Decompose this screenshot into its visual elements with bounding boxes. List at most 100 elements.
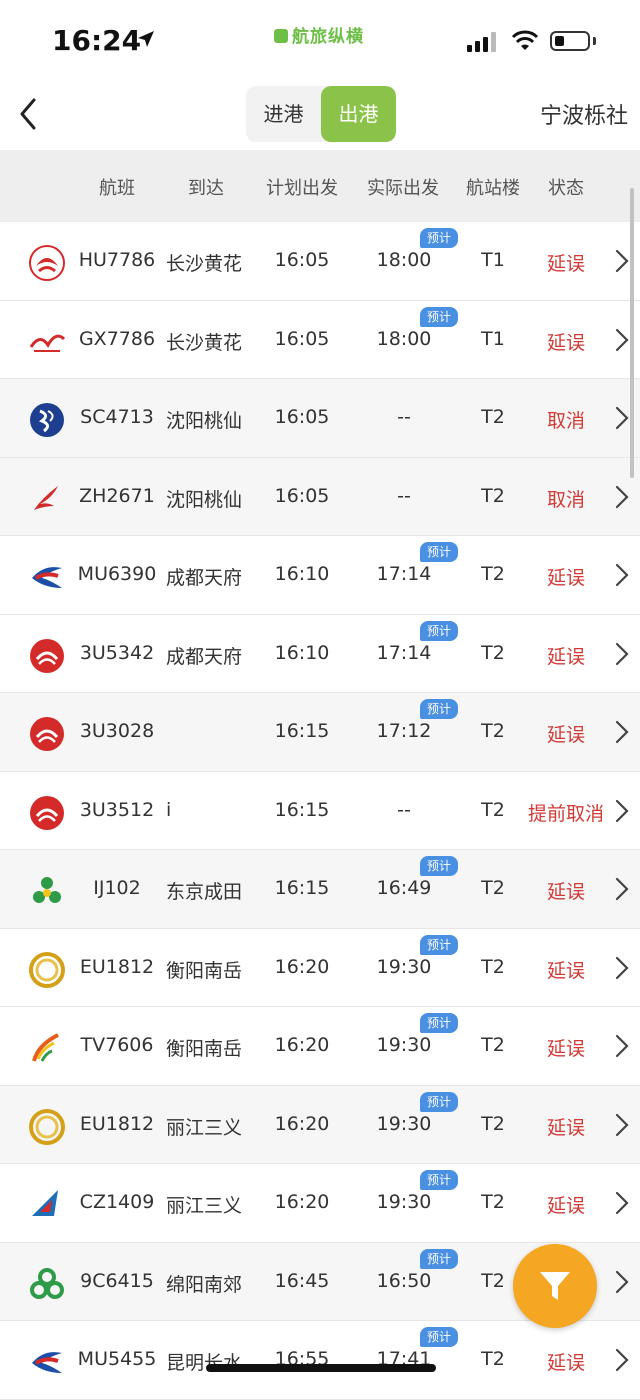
terminal: T1 — [481, 249, 505, 271]
flight-status: 取消 — [546, 488, 585, 511]
flight-number: MU6390 — [77, 563, 157, 585]
flight-row[interactable]: GX7786 长沙黄花 16:05 预计 18:00 T1 延误 — [0, 301, 640, 379]
actual-departure: -- — [397, 406, 411, 428]
chevron-right-icon — [615, 877, 629, 901]
flight-row[interactable]: HU7786 长沙黄花 16:05 预计 18:00 T1 延误 — [0, 222, 640, 301]
brand-logo: 航旅纵横 — [274, 22, 364, 47]
terminal: T2 — [481, 720, 505, 742]
tab-departures[interactable]: 出港 — [321, 86, 396, 142]
west-air-logo-icon — [32, 1033, 59, 1062]
destination: 东京成田 — [166, 881, 243, 903]
planned-departure: 16:05 — [274, 249, 330, 271]
planned-departure: 16:20 — [274, 1112, 330, 1135]
status-time: 16:24 — [52, 24, 142, 57]
brand-text: 航旅纵横 — [292, 27, 364, 47]
battery-icon — [550, 31, 590, 51]
lucky-air-logo-icon — [29, 1108, 65, 1145]
table-header: 航班 到达 计划出发 实际出发 航站楼 状态 — [0, 150, 640, 222]
actual-departure: 16:49 — [376, 877, 432, 899]
hainan-airlines-logo-icon — [29, 245, 65, 281]
chevron-right-icon — [615, 406, 629, 430]
chevron-right-icon — [615, 642, 629, 665]
flight-number: IJ102 — [93, 877, 141, 899]
chevron-right-icon — [615, 328, 629, 351]
actual-departure: 18:00 — [376, 327, 432, 350]
destination: 衡阳南岳 — [166, 1038, 243, 1060]
actual-departure: 19:30 — [376, 955, 432, 978]
flight-status: 延误 — [546, 331, 585, 354]
flight-row[interactable]: EU1812 衡阳南岳 16:20 预计 19:30 T2 延误 — [0, 929, 640, 1007]
arrival-departure-toggle: 进港 出港 — [246, 86, 396, 142]
flight-row[interactable]: 3U3512 i 16:15 -- T2 提前取消 — [0, 772, 640, 850]
actual-departure: 19:30 — [376, 1034, 432, 1056]
filter-button[interactable] — [513, 1244, 597, 1328]
back-button[interactable] — [14, 94, 44, 134]
chevron-right-icon — [615, 1348, 629, 1372]
col-status: 状态 — [548, 178, 584, 199]
flight-status: 提前取消 — [527, 802, 604, 825]
planned-departure: 16:10 — [274, 563, 330, 585]
flight-number: CZ1409 — [79, 1191, 155, 1213]
estimated-badge: 预计 — [420, 1091, 458, 1112]
destination: 衡阳南岳 — [166, 959, 243, 982]
estimated-badge: 预计 — [420, 856, 458, 876]
terminal: T2 — [481, 1112, 505, 1135]
terminal: T2 — [481, 484, 505, 507]
flight-row[interactable]: 3U5342 成都天府 16:10 预计 17:14 T2 延误 — [0, 615, 640, 693]
planned-departure: 16:20 — [274, 1191, 330, 1213]
col-terminal: 航站楼 — [466, 178, 520, 199]
chevron-right-icon — [615, 1270, 629, 1293]
flight-status: 延误 — [546, 1038, 585, 1060]
tab-arrivals[interactable]: 进港 — [246, 86, 321, 142]
china-southern-logo-icon — [32, 1190, 58, 1216]
scrollbar[interactable] — [630, 188, 634, 478]
flight-number: MU5455 — [77, 1348, 157, 1370]
col-actual: 实际出发 — [367, 178, 439, 199]
flight-status: 延误 — [546, 1116, 585, 1139]
terminal: T2 — [481, 1269, 505, 1292]
flight-number: 9C6415 — [80, 1269, 154, 1292]
chevron-right-icon — [615, 1034, 629, 1058]
wifi-icon — [511, 30, 539, 50]
estimated-badge: 预计 — [420, 699, 458, 719]
planned-departure: 16:15 — [274, 720, 330, 742]
terminal: T1 — [481, 327, 505, 350]
terminal: T2 — [481, 955, 505, 978]
flight-row[interactable]: ZH2671 沈阳桃仙 16:05 -- T2 取消 — [0, 457, 640, 536]
airport-name[interactable]: 宁波栎社 — [540, 98, 628, 130]
flight-status: 延误 — [546, 645, 585, 668]
estimated-badge: 预计 — [420, 228, 458, 248]
flight-status: 延误 — [546, 881, 585, 903]
flight-row[interactable]: EU1812 丽江三义 16:20 预计 19:30 T2 延误 — [0, 1085, 640, 1164]
chevron-right-icon — [615, 563, 629, 587]
flight-row[interactable]: TV7606 衡阳南岳 16:20 预计 19:30 T2 延误 — [0, 1007, 640, 1086]
flight-row[interactable]: IJ102 东京成田 16:15 预计 16:49 T2 延误 — [0, 850, 640, 929]
destination: 长沙黄花 — [166, 253, 243, 275]
flight-status: 取消 — [546, 410, 585, 432]
terminal: T2 — [481, 563, 505, 585]
flight-number: 3U3028 — [79, 720, 155, 742]
terminal: T2 — [481, 1191, 505, 1213]
flight-status: 延误 — [546, 1195, 585, 1217]
flight-row[interactable]: 3U3028 16:15 预计 17:12 T2 延误 — [0, 693, 640, 772]
actual-departure: 19:30 — [376, 1191, 432, 1213]
actual-departure: 17:14 — [376, 641, 432, 664]
planned-departure: 16:05 — [274, 406, 330, 428]
actual-departure: 16:50 — [376, 1269, 432, 1292]
destination: 沈阳桃仙 — [166, 488, 243, 511]
chevron-right-icon — [615, 956, 629, 979]
flight-row[interactable]: MU6390 成都天府 16:10 预计 17:14 T2 延误 — [0, 536, 640, 615]
planned-departure: 16:45 — [274, 1269, 330, 1292]
chevron-right-icon — [615, 1191, 629, 1215]
terminal: T2 — [481, 641, 505, 664]
planned-departure: 16:05 — [274, 327, 330, 350]
flight-number: 3U5342 — [79, 641, 155, 664]
flight-status: 延误 — [546, 1352, 585, 1374]
flight-row[interactable]: MU5455 昆明长水 16:55 预计 17:41 T2 延误 — [0, 1321, 640, 1400]
spring-airlines-logo-icon — [30, 1267, 64, 1299]
flight-status: 延误 — [546, 567, 585, 589]
home-indicator[interactable] — [206, 1364, 436, 1372]
flight-row[interactable]: CZ1409 丽江三义 16:20 预计 19:30 T2 延误 — [0, 1164, 640, 1243]
flight-row[interactable]: SC4713 沈阳桃仙 16:05 -- T2 取消 — [0, 379, 640, 458]
flight-number: TV7606 — [80, 1034, 154, 1056]
